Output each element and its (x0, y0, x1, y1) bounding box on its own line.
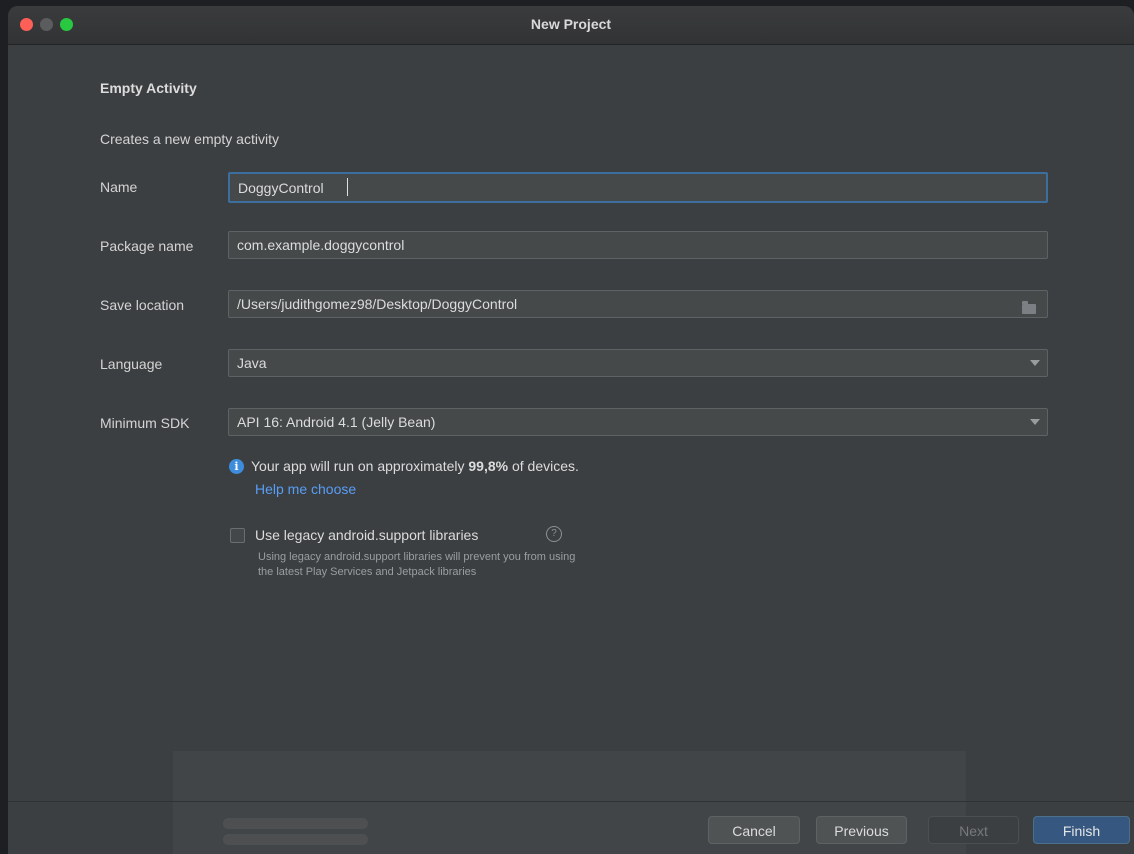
package-name-label: Package name (100, 238, 194, 254)
language-dropdown[interactable]: Java (228, 349, 1048, 377)
legacy-support-label[interactable]: Use legacy android.support libraries (255, 527, 478, 543)
template-description: Creates a new empty activity (100, 131, 279, 147)
title-bar: New Project (8, 6, 1134, 45)
chevron-down-icon[interactable] (1030, 419, 1040, 425)
help-me-choose-link[interactable]: Help me choose (255, 481, 356, 497)
legacy-support-hint: Using legacy android.support libraries w… (258, 551, 576, 578)
minimum-sdk-selected-value: API 16: Android 4.1 (Jelly Bean) (237, 414, 436, 430)
watermark-logo-bar (223, 818, 368, 829)
minimum-sdk-dropdown[interactable]: API 16: Android 4.1 (Jelly Bean) (228, 408, 1048, 436)
language-selected-value: Java (237, 355, 267, 371)
new-project-window: New Project Empty Activity Creates a new… (8, 6, 1134, 854)
window-title: New Project (530, 16, 612, 32)
footer-divider (8, 801, 1134, 802)
name-input[interactable] (228, 172, 1048, 203)
legacy-support-checkbox[interactable] (230, 528, 245, 543)
previous-button[interactable]: Previous (816, 816, 907, 844)
minimum-sdk-label: Minimum SDK (100, 415, 190, 431)
template-heading: Empty Activity (100, 80, 197, 96)
info-icon: i (229, 459, 244, 474)
folder-icon[interactable] (1022, 301, 1036, 314)
save-location-input[interactable] (228, 290, 1048, 318)
question-mark-icon[interactable]: ? (546, 526, 562, 542)
coverage-percent: 99,8% (468, 458, 509, 474)
save-location-label: Save location (100, 297, 185, 313)
device-coverage-text: Your app will run on approximately 99,8%… (251, 458, 579, 474)
next-button[interactable]: Next (928, 816, 1019, 844)
text-caret (347, 178, 348, 196)
language-label: Language (100, 356, 163, 372)
finish-button[interactable]: Finish (1033, 816, 1130, 844)
cancel-button[interactable]: Cancel (708, 816, 800, 844)
watermark-logo-bar (223, 834, 368, 845)
package-name-input[interactable] (228, 231, 1048, 259)
chevron-down-icon[interactable] (1030, 360, 1040, 366)
name-label: Name (100, 179, 138, 195)
